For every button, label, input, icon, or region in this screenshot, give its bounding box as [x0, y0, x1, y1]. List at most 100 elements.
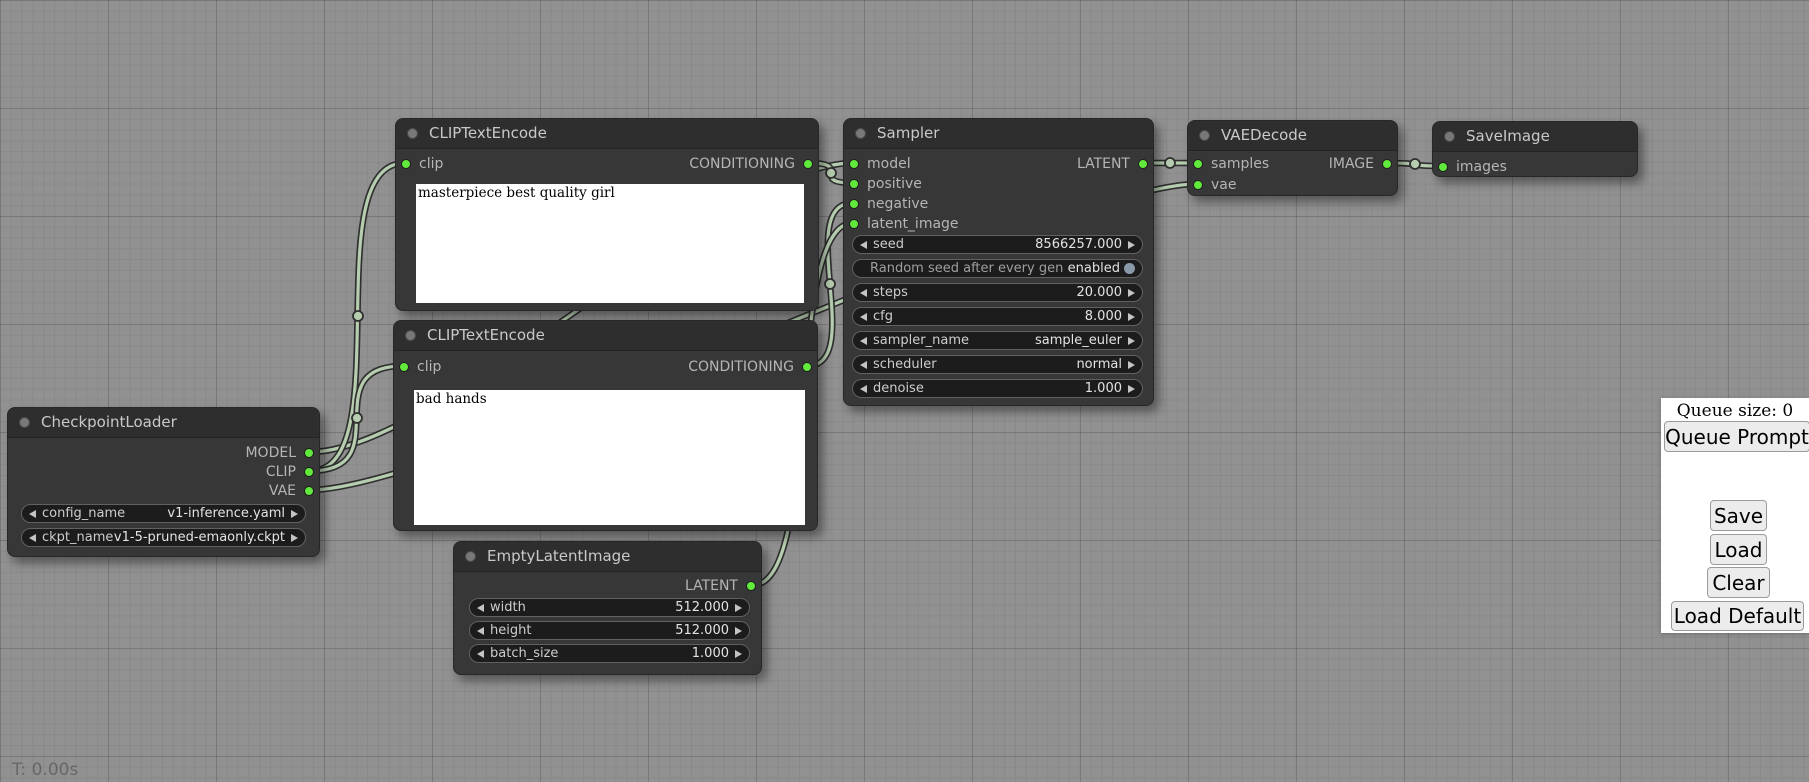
arrow-left-icon[interactable]	[29, 510, 36, 518]
arrow-right-icon[interactable]	[1128, 241, 1135, 249]
arrow-left-icon[interactable]	[860, 313, 867, 321]
node-emptylatentimage[interactable]: EmptyLatentImage LATENT width 512.000 he…	[453, 541, 762, 675]
arrow-right-icon[interactable]	[735, 627, 742, 635]
arrow-left-icon[interactable]	[860, 289, 867, 297]
input-slot-negative[interactable]: negative	[849, 197, 928, 211]
arrow-left-icon[interactable]	[477, 627, 484, 635]
input-connector-icon[interactable]	[399, 362, 409, 372]
output-slot-conditioning[interactable]: CONDITIONING	[689, 157, 813, 171]
widget-denoise[interactable]: denoise 1.000	[852, 379, 1143, 398]
prompt-textarea[interactable]: masterpiece best quality girl	[416, 184, 804, 303]
output-slot-vae[interactable]: VAE	[269, 484, 314, 498]
widget-value: 1.000	[1085, 381, 1122, 396]
input-slot-positive[interactable]: positive	[849, 177, 922, 191]
output-slot-model[interactable]: MODEL	[245, 446, 314, 460]
node-titlebar[interactable]: CLIPTextEncode	[394, 321, 817, 351]
node-titlebar[interactable]: Sampler	[844, 119, 1153, 149]
widget-scheduler[interactable]: scheduler normal	[852, 355, 1143, 374]
node-titlebar[interactable]: SaveImage	[1433, 122, 1637, 152]
widget-batch-size[interactable]: batch_size 1.000	[469, 644, 750, 663]
output-connector-icon[interactable]	[803, 159, 813, 169]
output-connector-icon[interactable]	[304, 467, 314, 477]
arrow-right-icon[interactable]	[1128, 289, 1135, 297]
node-titlebar[interactable]: EmptyLatentImage	[454, 542, 761, 572]
input-slot-samples[interactable]: samples	[1193, 157, 1269, 171]
arrow-left-icon[interactable]	[477, 604, 484, 612]
arrow-left-icon[interactable]	[860, 361, 867, 369]
widget-ckpt-name[interactable]: ckpt_name v1-5-pruned-emaonly.ckpt	[21, 528, 306, 547]
input-connector-icon[interactable]	[849, 179, 859, 189]
widget-steps[interactable]: steps 20.000	[852, 283, 1143, 302]
save-button[interactable]: Save	[1710, 500, 1767, 531]
prompt-textarea[interactable]: bad hands	[414, 390, 805, 525]
node-collapse-dot[interactable]	[19, 417, 30, 428]
arrow-right-icon[interactable]	[1128, 361, 1135, 369]
node-collapse-dot[interactable]	[1199, 130, 1210, 141]
input-slot-images[interactable]: images	[1438, 160, 1507, 174]
input-slot-vae[interactable]: vae	[1193, 178, 1236, 192]
queue-prompt-button[interactable]: Queue Prompt	[1664, 421, 1809, 452]
arrow-right-icon[interactable]	[1128, 313, 1135, 321]
arrow-right-icon[interactable]	[735, 604, 742, 612]
output-connector-icon[interactable]	[802, 362, 812, 372]
node-cliptextencode-positive[interactable]: CLIPTextEncode clip CONDITIONING masterp…	[395, 118, 819, 311]
widget-width[interactable]: width 512.000	[469, 598, 750, 617]
clear-button[interactable]: Clear	[1707, 567, 1770, 598]
input-slot-clip[interactable]: clip	[399, 360, 441, 374]
toggle-indicator-icon[interactable]	[1124, 263, 1135, 274]
arrow-left-icon[interactable]	[29, 534, 36, 542]
arrow-right-icon[interactable]	[735, 650, 742, 658]
input-connector-icon[interactable]	[401, 159, 411, 169]
output-slot-latent[interactable]: LATENT	[1077, 157, 1148, 171]
input-slot-clip[interactable]: clip	[401, 157, 443, 171]
output-connector-icon[interactable]	[304, 448, 314, 458]
load-button[interactable]: Load	[1710, 534, 1767, 565]
input-connector-icon[interactable]	[849, 219, 859, 229]
arrow-right-icon[interactable]	[291, 510, 298, 518]
output-connector-icon[interactable]	[1382, 159, 1392, 169]
arrow-right-icon[interactable]	[1128, 385, 1135, 393]
widget-sampler-name[interactable]: sampler_name sample_euler	[852, 331, 1143, 350]
input-slot-model[interactable]: model	[849, 157, 911, 171]
node-checkpointloader[interactable]: CheckpointLoader MODEL CLIP VAE config_n…	[7, 407, 320, 557]
node-collapse-dot[interactable]	[1444, 131, 1455, 142]
node-collapse-dot[interactable]	[407, 128, 418, 139]
arrow-left-icon[interactable]	[477, 650, 484, 658]
input-connector-icon[interactable]	[1193, 180, 1203, 190]
input-connector-icon[interactable]	[1438, 162, 1448, 172]
arrow-left-icon[interactable]	[860, 241, 867, 249]
widget-seed[interactable]: seed 8566257.000	[852, 235, 1143, 254]
load-default-button[interactable]: Load Default	[1671, 601, 1804, 631]
output-slot-latent[interactable]: LATENT	[685, 579, 756, 593]
arrow-left-icon[interactable]	[860, 337, 867, 345]
input-connector-icon[interactable]	[849, 199, 859, 209]
output-connector-icon[interactable]	[1138, 159, 1148, 169]
node-titlebar[interactable]: CheckpointLoader	[8, 408, 319, 438]
input-connector-icon[interactable]	[849, 159, 859, 169]
node-cliptextencode-negative[interactable]: CLIPTextEncode clip CONDITIONING bad han…	[393, 320, 818, 531]
arrow-left-icon[interactable]	[860, 385, 867, 393]
node-collapse-dot[interactable]	[855, 128, 866, 139]
node-titlebar[interactable]: CLIPTextEncode	[396, 119, 818, 149]
arrow-right-icon[interactable]	[291, 534, 298, 542]
widget-value: v1-inference.yaml	[167, 506, 285, 521]
output-slot-image[interactable]: IMAGE	[1329, 157, 1392, 171]
node-collapse-dot[interactable]	[465, 551, 476, 562]
node-sampler[interactable]: Sampler model positive negative latent_i…	[843, 118, 1154, 406]
node-saveimage[interactable]: SaveImage images	[1432, 121, 1638, 177]
input-slot-latent-image[interactable]: latent_image	[849, 217, 959, 231]
widget-config-name[interactable]: config_name v1-inference.yaml	[21, 504, 306, 523]
node-titlebar[interactable]: VAEDecode	[1188, 121, 1397, 151]
node-vaedecode[interactable]: VAEDecode samples vae IMAGE	[1187, 120, 1398, 196]
node-graph-canvas[interactable]: T: 0.00s CheckpointLoader MODEL CLIP VAE…	[0, 0, 1809, 782]
input-connector-icon[interactable]	[1193, 159, 1203, 169]
widget-random-seed-toggle[interactable]: Random seed after every gen enabled	[852, 259, 1143, 278]
output-slot-conditioning[interactable]: CONDITIONING	[688, 360, 812, 374]
widget-height[interactable]: height 512.000	[469, 621, 750, 640]
arrow-right-icon[interactable]	[1128, 337, 1135, 345]
output-connector-icon[interactable]	[304, 486, 314, 496]
node-collapse-dot[interactable]	[405, 330, 416, 341]
widget-cfg[interactable]: cfg 8.000	[852, 307, 1143, 326]
output-connector-icon[interactable]	[746, 581, 756, 591]
output-slot-clip[interactable]: CLIP	[266, 465, 314, 479]
